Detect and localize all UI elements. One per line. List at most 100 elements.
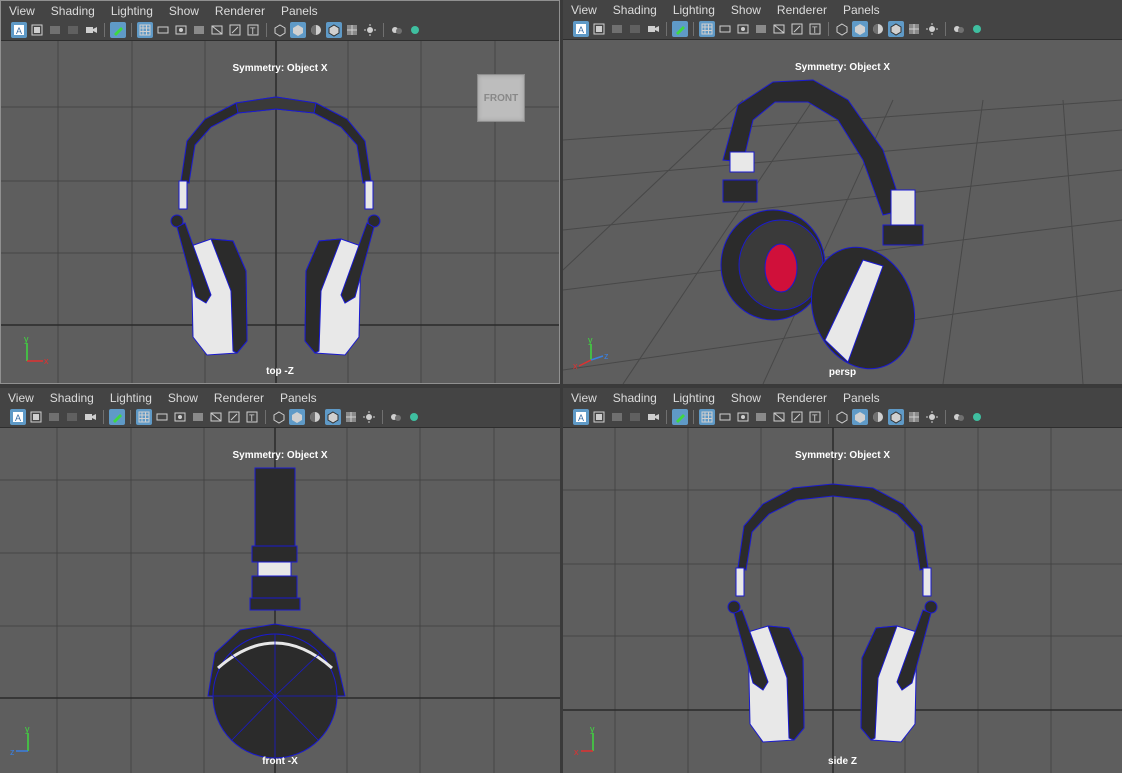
viewport-panel-front[interactable]: View Shading Lighting Show Renderer Pane…: [0, 388, 560, 773]
textured-icon[interactable]: [343, 409, 359, 425]
wireframe-on-shaded-icon[interactable]: [888, 21, 904, 37]
wireframe-icon[interactable]: [271, 409, 287, 425]
safe-title-icon[interactable]: T: [245, 22, 261, 38]
grease-pencil-icon[interactable]: [109, 409, 125, 425]
film-gate-icon[interactable]: [717, 409, 733, 425]
viewport-canvas[interactable]: Symmetry: Object X top -Z FRONT y x: [1, 41, 559, 383]
camera-attributes-icon[interactable]: [591, 21, 607, 37]
menu-shading[interactable]: Shading: [43, 4, 103, 18]
gate-mask-icon[interactable]: [190, 409, 206, 425]
select-camera-icon[interactable]: A: [573, 409, 589, 425]
resolution-gate-icon[interactable]: [172, 409, 188, 425]
menu-show[interactable]: Show: [723, 391, 769, 405]
menu-lighting[interactable]: Lighting: [665, 391, 723, 405]
menu-show[interactable]: Show: [161, 4, 207, 18]
safe-title-icon[interactable]: T: [807, 21, 823, 37]
select-camera-icon[interactable]: A: [573, 21, 589, 37]
menu-show[interactable]: Show: [160, 391, 206, 405]
resolution-gate-icon[interactable]: [735, 21, 751, 37]
ambient-occlusion-icon[interactable]: [406, 409, 422, 425]
grid-icon[interactable]: [137, 22, 153, 38]
bookmark-icon[interactable]: [47, 22, 63, 38]
film-gate-icon[interactable]: [717, 21, 733, 37]
menu-show[interactable]: Show: [723, 3, 769, 17]
wireframe-on-shaded-icon[interactable]: [326, 22, 342, 38]
xray-icon[interactable]: [308, 22, 324, 38]
wireframe-icon[interactable]: [834, 21, 850, 37]
gate-mask-icon[interactable]: [753, 21, 769, 37]
xray-icon[interactable]: [870, 409, 886, 425]
lighting-icon[interactable]: [361, 409, 377, 425]
menu-panels[interactable]: Panels: [272, 391, 325, 405]
lighting-icon[interactable]: [362, 22, 378, 38]
field-chart-icon[interactable]: [771, 21, 787, 37]
menu-panels[interactable]: Panels: [835, 391, 888, 405]
ambient-occlusion-icon[interactable]: [969, 409, 985, 425]
menu-view[interactable]: View: [563, 391, 605, 405]
smooth-shade-icon[interactable]: [290, 22, 306, 38]
xray-icon[interactable]: [870, 21, 886, 37]
resolution-gate-icon[interactable]: [735, 409, 751, 425]
menu-lighting[interactable]: Lighting: [103, 4, 161, 18]
safe-action-icon[interactable]: [226, 409, 242, 425]
wireframe-icon[interactable]: [834, 409, 850, 425]
safe-action-icon[interactable]: [789, 21, 805, 37]
menu-panels[interactable]: Panels: [273, 4, 326, 18]
gate-mask-icon[interactable]: [191, 22, 207, 38]
menu-lighting[interactable]: Lighting: [102, 391, 160, 405]
viewport-panel-side[interactable]: View Shading Lighting Show Renderer Pane…: [563, 388, 1122, 773]
menu-panels[interactable]: Panels: [835, 3, 888, 17]
textured-icon[interactable]: [906, 409, 922, 425]
bookmark-icon[interactable]: [609, 409, 625, 425]
grease-pencil-icon[interactable]: [110, 22, 126, 38]
film-gate-icon[interactable]: [155, 22, 171, 38]
menu-view[interactable]: View: [0, 391, 42, 405]
shadows-icon[interactable]: [388, 409, 404, 425]
menu-shading[interactable]: Shading: [42, 391, 102, 405]
viewport-panel-top[interactable]: View Shading Lighting Show Renderer Pane…: [0, 0, 560, 384]
field-chart-icon[interactable]: [209, 22, 225, 38]
grease-pencil-icon[interactable]: [672, 21, 688, 37]
xray-icon[interactable]: [307, 409, 323, 425]
panel-divider-vertical[interactable]: [560, 0, 563, 773]
select-camera-icon[interactable]: A: [10, 409, 26, 425]
shadows-icon[interactable]: [389, 22, 405, 38]
image-plane-icon[interactable]: [627, 21, 643, 37]
grid-icon[interactable]: [699, 409, 715, 425]
smooth-shade-icon[interactable]: [289, 409, 305, 425]
viewport-canvas[interactable]: Symmetry: Object X persp y x z: [563, 40, 1122, 384]
bookmark-icon[interactable]: [609, 21, 625, 37]
bookmark-icon[interactable]: [46, 409, 62, 425]
safe-action-icon[interactable]: [789, 409, 805, 425]
field-chart-icon[interactable]: [208, 409, 224, 425]
smooth-shade-icon[interactable]: [852, 409, 868, 425]
menu-view[interactable]: View: [1, 4, 43, 18]
textured-icon[interactable]: [344, 22, 360, 38]
camera-attributes-icon[interactable]: [29, 22, 45, 38]
field-chart-icon[interactable]: [771, 409, 787, 425]
gate-mask-icon[interactable]: [753, 409, 769, 425]
resolution-gate-icon[interactable]: [173, 22, 189, 38]
wireframe-on-shaded-icon[interactable]: [888, 409, 904, 425]
2d-pan-icon[interactable]: [83, 22, 99, 38]
menu-renderer[interactable]: Renderer: [206, 391, 272, 405]
image-plane-icon[interactable]: [64, 409, 80, 425]
ambient-occlusion-icon[interactable]: [407, 22, 423, 38]
viewport-canvas[interactable]: Symmetry: Object X front -X y z: [0, 428, 560, 773]
view-cube[interactable]: FRONT: [477, 74, 525, 122]
menu-shading[interactable]: Shading: [605, 391, 665, 405]
wireframe-icon[interactable]: [272, 22, 288, 38]
camera-attributes-icon[interactable]: [591, 409, 607, 425]
viewport-canvas[interactable]: Symmetry: Object X side Z y x: [563, 428, 1122, 773]
wireframe-on-shaded-icon[interactable]: [325, 409, 341, 425]
grid-icon[interactable]: [136, 409, 152, 425]
2d-pan-icon[interactable]: [645, 409, 661, 425]
viewport-panel-persp[interactable]: View Shading Lighting Show Renderer Pane…: [563, 0, 1122, 384]
shadows-icon[interactable]: [951, 409, 967, 425]
menu-view[interactable]: View: [563, 3, 605, 17]
menu-shading[interactable]: Shading: [605, 3, 665, 17]
menu-renderer[interactable]: Renderer: [207, 4, 273, 18]
menu-renderer[interactable]: Renderer: [769, 3, 835, 17]
lighting-icon[interactable]: [924, 409, 940, 425]
grease-pencil-icon[interactable]: [672, 409, 688, 425]
